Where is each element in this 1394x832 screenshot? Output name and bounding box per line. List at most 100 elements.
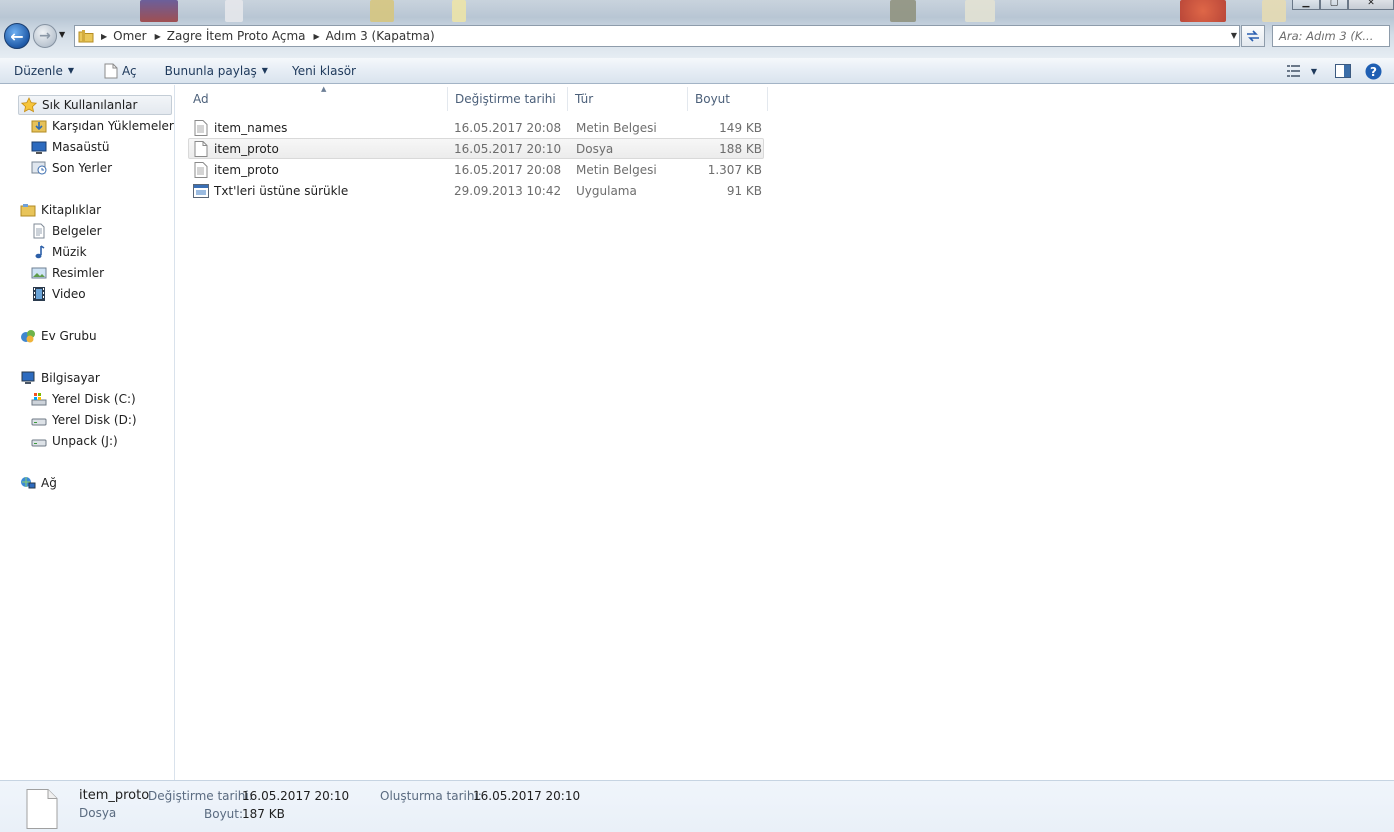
view-list-icon bbox=[1286, 65, 1300, 77]
forward-button[interactable]: → bbox=[33, 24, 57, 48]
details-created-value: 16.05.2017 20:10 bbox=[473, 789, 581, 803]
recent-pages-dropdown[interactable]: ▼ bbox=[59, 30, 65, 39]
file-row[interactable]: item_names 16.05.2017 20:08 Metin Belges… bbox=[188, 117, 764, 138]
chevron-down-icon: ▼ bbox=[67, 66, 75, 75]
text-file-icon bbox=[193, 119, 209, 136]
file-name: item_proto bbox=[214, 141, 279, 156]
breadcrumb-adim3[interactable]: Adım 3 (Kapatma) bbox=[326, 29, 439, 43]
nav-item-downloads[interactable]: Karşıdan Yüklemeler bbox=[31, 116, 174, 136]
background-thumbnail bbox=[140, 0, 178, 22]
nav-network[interactable]: Ağ bbox=[20, 473, 57, 493]
address-bar[interactable]: ▶ Omer ▶ Zagre İtem Proto Açma ▶ Adım 3 … bbox=[74, 25, 1240, 47]
file-row-selected[interactable]: item_proto 16.05.2017 20:10 Dosya 188 KB bbox=[188, 138, 764, 159]
nav-item-label: Belgeler bbox=[52, 224, 102, 238]
nav-item-drive-c[interactable]: Yerel Disk (C:) bbox=[31, 389, 136, 409]
column-header-label: Ad bbox=[193, 92, 209, 106]
file-name-cell: Txt'leri üstüne sürükle bbox=[189, 183, 451, 199]
file-type: Uygulama bbox=[576, 183, 637, 198]
nav-item-documents[interactable]: Belgeler bbox=[31, 221, 102, 241]
documents-icon bbox=[31, 223, 47, 239]
change-view-button[interactable]: ▼ bbox=[1282, 59, 1322, 83]
file-size: 1.307 KB bbox=[707, 162, 762, 177]
nav-item-label: Yerel Disk (D:) bbox=[52, 413, 137, 427]
breadcrumb-omer[interactable]: Omer bbox=[113, 29, 150, 43]
file-name-cell: item_names bbox=[189, 119, 451, 136]
nav-item-videos[interactable]: Video bbox=[31, 284, 86, 304]
help-button[interactable]: ? bbox=[1358, 59, 1388, 83]
blank-file-icon bbox=[193, 140, 209, 157]
details-modified-label: Değiştirme tarihi: bbox=[148, 789, 253, 803]
nav-item-label: Yerel Disk (C:) bbox=[52, 392, 136, 406]
details-created-label: Oluşturma tarihi: bbox=[380, 789, 482, 803]
breadcrumb-separator[interactable]: ▶ bbox=[310, 32, 326, 41]
background-thumbnail bbox=[890, 0, 916, 22]
chevron-down-icon: ▼ bbox=[261, 66, 268, 75]
system-drive-icon bbox=[31, 391, 47, 407]
address-dropdown-icon[interactable]: ▼ bbox=[1231, 31, 1237, 40]
nav-libraries[interactable]: Kitaplıklar bbox=[20, 200, 101, 220]
chevron-down-icon: ▼ bbox=[1310, 66, 1318, 76]
file-name-cell: item_proto bbox=[189, 140, 451, 157]
computer-icon bbox=[20, 370, 36, 386]
breadcrumb-zagre[interactable]: Zagre İtem Proto Açma bbox=[167, 29, 310, 43]
column-header-row: Ad ▲ Değiştirme tarihi Tür Boyut bbox=[186, 85, 768, 111]
nav-computer[interactable]: Bilgisayar bbox=[20, 368, 100, 388]
file-row[interactable]: Txt'leri üstüne sürükle 29.09.2013 10:42… bbox=[188, 180, 764, 201]
recent-places-icon bbox=[31, 160, 47, 176]
search-input[interactable]: Ara: Adım 3 (K... bbox=[1272, 25, 1390, 47]
back-arrow-icon: ← bbox=[10, 26, 24, 46]
new-folder-button[interactable]: Yeni klasör bbox=[286, 59, 362, 83]
file-size: 188 KB bbox=[719, 141, 762, 156]
refresh-button[interactable] bbox=[1241, 25, 1265, 47]
minimize-button[interactable]: ▁ bbox=[1292, 0, 1320, 10]
nav-libraries-label: Kitaplıklar bbox=[41, 203, 102, 217]
libraries-icon bbox=[20, 202, 36, 218]
nav-item-drive-j[interactable]: Unpack (J:) bbox=[31, 431, 118, 451]
back-button[interactable]: ← bbox=[4, 23, 30, 49]
column-header-label: Tür bbox=[575, 92, 594, 106]
command-bar: Düzenle ▼ Aç Bununla paylaş ▼ Yeni klasör … bbox=[0, 58, 1394, 84]
file-type: Dosya bbox=[576, 141, 614, 156]
nav-favorites-label: Sık Kullanılanlar bbox=[42, 98, 138, 112]
breadcrumb-separator[interactable]: ▶ bbox=[97, 32, 113, 41]
details-size-label: Boyut: bbox=[204, 807, 244, 821]
background-thumbnail bbox=[1262, 0, 1286, 22]
file-name: item_proto bbox=[214, 162, 279, 177]
file-row[interactable]: item_proto 16.05.2017 20:08 Metin Belges… bbox=[188, 159, 764, 180]
column-header-size[interactable]: Boyut bbox=[688, 87, 768, 111]
nav-item-drive-d[interactable]: Yerel Disk (D:) bbox=[31, 410, 137, 430]
column-header-name[interactable]: Ad ▲ bbox=[186, 85, 448, 111]
file-name-cell: item_proto bbox=[189, 161, 451, 178]
nav-homegroup[interactable]: Ev Grubu bbox=[20, 326, 97, 346]
share-with-button[interactable]: Bununla paylaş ▼ bbox=[159, 59, 274, 83]
nav-homegroup-label: Ev Grubu bbox=[41, 329, 97, 343]
file-name: Txt'leri üstüne sürükle bbox=[214, 183, 349, 198]
blank-file-icon bbox=[26, 789, 58, 832]
nav-item-desktop[interactable]: Masaüstü bbox=[31, 137, 109, 157]
preview-pane-button[interactable] bbox=[1328, 59, 1358, 83]
background-thumbnail bbox=[452, 0, 466, 22]
details-pane: item_proto Dosya Değiştirme tarihi: 16.0… bbox=[0, 780, 1394, 832]
column-header-date[interactable]: Değiştirme tarihi bbox=[448, 87, 568, 111]
close-button[interactable]: ✕ bbox=[1348, 0, 1394, 10]
nav-favorites[interactable]: Sık Kullanılanlar bbox=[18, 95, 172, 115]
folder-icon bbox=[75, 26, 97, 46]
file-type: Metin Belgesi bbox=[576, 162, 657, 177]
column-header-type[interactable]: Tür bbox=[568, 87, 688, 111]
organize-button[interactable]: Düzenle ▼ bbox=[8, 59, 80, 83]
file-date: 16.05.2017 20:08 bbox=[454, 162, 562, 177]
details-file-type: Dosya bbox=[79, 806, 117, 820]
nav-item-recent-places[interactable]: Son Yerler bbox=[31, 158, 112, 178]
breadcrumb-separator[interactable]: ▶ bbox=[151, 32, 167, 41]
open-button[interactable]: Aç bbox=[98, 59, 143, 83]
nav-item-music[interactable]: Müzik bbox=[31, 242, 87, 262]
maximize-button[interactable]: ▢ bbox=[1320, 0, 1348, 10]
background-thumbnail bbox=[370, 0, 394, 22]
help-icon: ? bbox=[1365, 63, 1381, 79]
nav-item-pictures[interactable]: Resimler bbox=[31, 263, 104, 283]
downloads-folder-icon bbox=[31, 118, 47, 134]
organize-label: Düzenle bbox=[14, 63, 63, 78]
column-header-label: Boyut bbox=[695, 92, 730, 106]
video-icon bbox=[31, 286, 47, 302]
nav-item-label: Resimler bbox=[52, 266, 105, 280]
